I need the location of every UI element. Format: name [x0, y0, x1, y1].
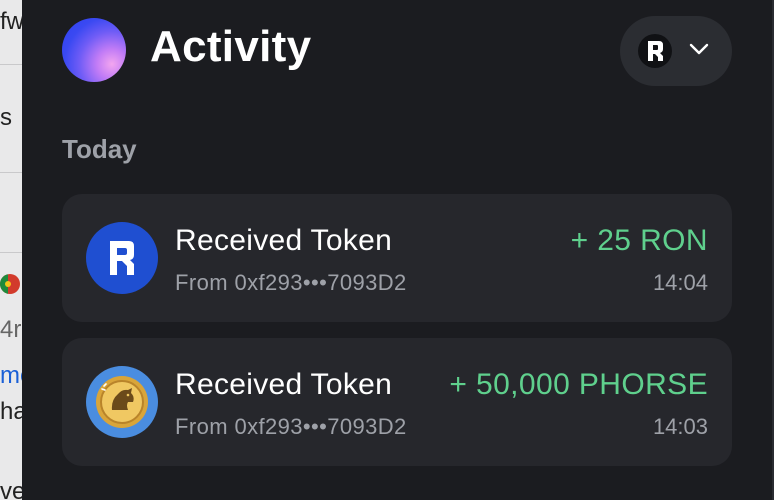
background-text: ve	[0, 478, 22, 500]
background-text: s	[0, 104, 12, 131]
chevron-down-icon	[688, 42, 710, 61]
network-selector-button[interactable]	[620, 16, 732, 86]
ron-token-icon	[86, 222, 158, 294]
background-text: 4r	[0, 316, 22, 343]
section-label-today: Today	[62, 134, 137, 164]
flag-icon	[0, 274, 20, 294]
transaction-label: Received Token	[175, 224, 393, 257]
background-text: me	[0, 362, 22, 389]
divider	[0, 252, 22, 253]
background-text: fw	[0, 8, 22, 35]
phorse-token-icon	[86, 366, 158, 438]
transaction-from-address: From 0xf293•••7093D2	[175, 414, 407, 439]
transaction-amount: + 50,000 PHORSE	[449, 368, 708, 401]
divider	[0, 64, 22, 65]
transaction-time: 14:03	[652, 414, 708, 439]
activity-panel: Activity Today Received Token From 0xf29…	[22, 0, 774, 500]
transaction-card[interactable]: Received Token From 0xf293•••7093D2 + 50…	[62, 338, 732, 466]
background-text: ha	[0, 398, 22, 425]
ronin-icon	[638, 34, 672, 68]
divider	[0, 172, 22, 173]
background-page-strip: fw s 4r me ha ve	[0, 0, 22, 500]
header: Activity	[62, 16, 732, 88]
wallet-avatar-icon[interactable]	[62, 18, 126, 82]
transaction-amount: + 25 RON	[570, 224, 708, 257]
page-title: Activity	[150, 22, 312, 71]
transaction-from-address: From 0xf293•••7093D2	[175, 270, 407, 295]
transaction-card[interactable]: Received Token From 0xf293•••7093D2 + 25…	[62, 194, 732, 322]
transaction-label: Received Token	[175, 368, 393, 401]
transaction-time: 14:04	[652, 270, 708, 295]
